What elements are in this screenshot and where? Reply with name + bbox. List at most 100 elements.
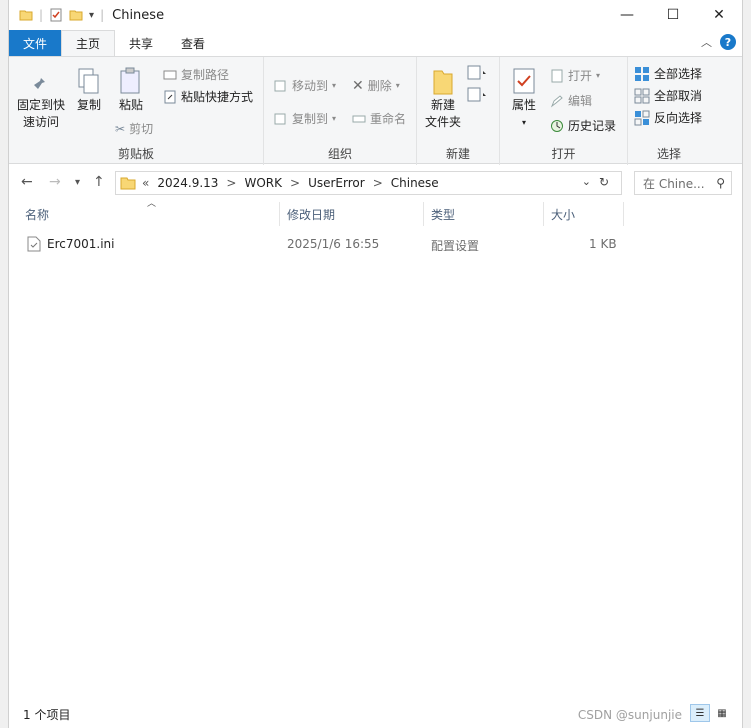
column-name[interactable]: 名称 [25, 206, 49, 223]
paste-shortcut-button[interactable]: 粘贴快捷方式 [163, 88, 253, 105]
address-bar[interactable]: « 2024.9.13 > WORK > UserError > Chinese… [115, 171, 622, 195]
column-divider[interactable] [279, 202, 280, 226]
properties-check-icon[interactable] [49, 8, 63, 22]
copy-to-icon [274, 113, 286, 124]
close-button[interactable]: ✕ [696, 0, 742, 30]
minimize-button[interactable]: — [604, 0, 650, 30]
select-all-button[interactable]: 全部选择 [634, 65, 702, 82]
help-icon[interactable]: ? [720, 34, 736, 50]
tab-view[interactable]: 查看 [167, 30, 219, 56]
large-icons-view-icon[interactable]: ▦ [712, 704, 732, 722]
search-input[interactable]: 在 Chine... ⚲ [634, 171, 732, 195]
tab-share[interactable]: 共享 [115, 30, 167, 56]
copy-path-button[interactable]: 复制路径 [163, 66, 229, 83]
select-group: 全部选择 全部取消 反向选择 选择 [628, 57, 710, 165]
copy-to-label: 复制到 [292, 112, 329, 126]
refresh-icon[interactable]: ↻ [599, 175, 609, 189]
breadcrumb-separator[interactable]: > [373, 176, 383, 190]
background-right [743, 0, 751, 728]
address-dropdown-icon[interactable]: ⌄ [582, 175, 591, 188]
column-divider[interactable] [543, 202, 544, 226]
tab-file[interactable]: 文件 [9, 30, 62, 56]
open-button[interactable]: 打开 ▾ [550, 67, 600, 84]
column-divider[interactable] [623, 202, 624, 226]
move-to-label: 移动到 [292, 79, 329, 93]
clipboard-group-label: 剪贴板 [117, 147, 154, 161]
invert-selection-button[interactable]: 反向选择 [634, 109, 702, 126]
back-arrow-icon[interactable]: ← [21, 174, 33, 190]
paste-shortcut-label: 粘贴快捷方式 [181, 90, 254, 104]
scissors-icon: ✂ [115, 121, 126, 136]
maximize-button[interactable]: ☐ [650, 0, 696, 30]
select-all-icon [635, 66, 649, 81]
collapse-ribbon-icon[interactable]: ︿ [701, 34, 712, 50]
copy-icon [78, 68, 99, 94]
rename-button[interactable]: 重命名 [352, 110, 406, 127]
tab-home[interactable]: 主页 [61, 30, 116, 56]
recent-locations-chevron-icon[interactable]: ▾ [75, 177, 80, 188]
new-folder-icon[interactable] [69, 8, 83, 22]
history-button[interactable]: 历史记录 [550, 117, 616, 134]
file-row[interactable]: Erc7001.ini 2025/1/6 16:55 配置设置 1 KB [9, 232, 742, 256]
new-folder-icon [433, 70, 453, 95]
breadcrumb-separator[interactable]: > [226, 176, 236, 190]
up-arrow-icon[interactable]: ↑ [93, 174, 105, 190]
item-count: 1 个项目 [23, 708, 71, 722]
properties-button[interactable]: 属性 ▾ [506, 67, 542, 131]
breadcrumb-separator[interactable]: > [290, 176, 300, 190]
open-group: 属性 ▾ 打开 ▾ 编辑 历史记录 打开 [500, 57, 628, 165]
folder-icon [19, 10, 33, 21]
paste-icon [120, 67, 140, 94]
organize-group: 移动到 ▾ 复制到 ▾ ✕ 删除 ▾ 重命名 组织 [264, 57, 417, 165]
delete-button[interactable]: ✕ 删除 ▾ [352, 77, 400, 94]
new-folder-label-1: 新建 [430, 98, 455, 112]
history-icon [551, 119, 563, 132]
background-left [0, 0, 8, 728]
rename-icon [352, 115, 366, 122]
breadcrumb-item[interactable]: UserError [308, 176, 365, 190]
file-type: 配置设置 [431, 239, 480, 253]
ribbon-right-controls: ︿ ? [701, 34, 736, 50]
select-none-button[interactable]: 全部取消 [634, 87, 702, 104]
breadcrumb-item[interactable]: Chinese [391, 176, 439, 190]
organize-group-label: 组织 [327, 147, 352, 161]
column-divider[interactable] [423, 202, 424, 226]
chevron-down-icon: ▾ [521, 118, 526, 127]
copy-to-button[interactable]: 复制到 ▾ [274, 110, 336, 127]
column-type[interactable]: 类型 [431, 206, 455, 223]
new-folder-button[interactable]: 新建 文件夹 [423, 67, 463, 131]
delete-icon: ✕ [352, 77, 364, 94]
select-group-label: 选择 [656, 147, 681, 161]
pin-quick-access-button[interactable]: 固定到快 速访问 [15, 71, 67, 131]
edit-icon [550, 94, 563, 107]
details-view-icon[interactable]: ☰ [690, 704, 710, 722]
divider: | [100, 8, 105, 22]
paste-button[interactable]: 粘贴 [113, 67, 149, 114]
breadcrumb-overflow[interactable]: « [142, 176, 149, 190]
search-placeholder: 在 Chine... [643, 176, 705, 191]
copy-path-icon [163, 70, 177, 79]
column-modified[interactable]: 修改日期 [287, 206, 335, 223]
forward-arrow-icon[interactable]: → [49, 174, 61, 190]
edit-button[interactable]: 编辑 [550, 92, 592, 109]
column-size[interactable]: 大小 [551, 206, 575, 223]
copy-button[interactable]: 复制 [71, 67, 107, 114]
easy-access-icon[interactable] [467, 87, 489, 106]
history-label: 历史记录 [568, 119, 617, 133]
invert-selection-label: 反向选择 [654, 111, 703, 125]
pin-label-1: 固定到快 [16, 98, 65, 112]
new-group: 新建 文件夹 新建 [417, 57, 500, 165]
new-item-icon[interactable] [467, 65, 489, 84]
pin-label-2: 速访问 [22, 115, 59, 129]
chevron-down-icon: ▾ [332, 114, 337, 123]
window-title: Chinese [112, 7, 165, 23]
chevron-down-icon[interactable]: ▾ [89, 10, 94, 21]
explorer-window: | ▾ | Chinese — ☐ ✕ 文件 主页 共享 查看 ︿ ? 固定到快 [8, 0, 743, 728]
breadcrumb-item[interactable]: WORK [244, 176, 282, 190]
cut-button[interactable]: ✂ 剪切 [115, 120, 153, 137]
delete-label: 删除 [367, 79, 392, 93]
breadcrumb-item[interactable]: 2024.9.13 [157, 176, 218, 190]
sort-ascending-icon: ︿ [147, 199, 157, 209]
select-all-label: 全部选择 [654, 67, 703, 81]
move-to-button[interactable]: 移动到 ▾ [274, 77, 336, 94]
